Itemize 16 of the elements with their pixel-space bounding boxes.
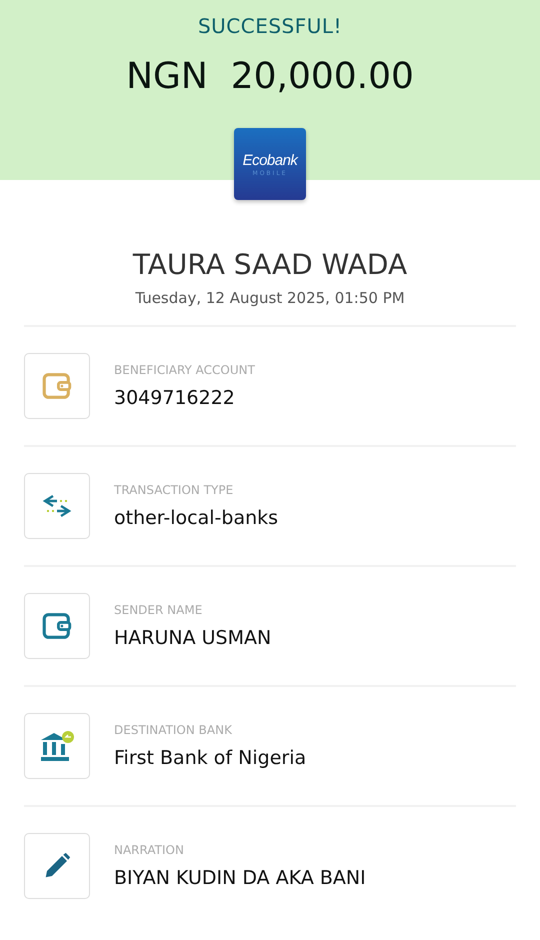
detail-value: HARUNA USMAN (114, 627, 272, 649)
detail-label: SENDER NAME (114, 603, 204, 617)
status-title: SUCCESSFUL! (198, 14, 342, 38)
detail-label: TRANSACTION TYPE (114, 483, 234, 497)
detail-value: other-local-banks (114, 507, 278, 529)
detail-value: BIYAN KUDIN DA AKA BANI (114, 867, 366, 889)
detail-label: NARRATION (114, 843, 185, 857)
detail-value: First Bank of Nigeria (114, 747, 306, 769)
transaction-date: Tuesday, 12 August 2025, 01:50 PM (134, 289, 406, 307)
recipient-name: TAURA SAAD WADA (132, 248, 408, 281)
transfer-arrows-icon (41, 492, 73, 520)
detail-value: 3049716222 (114, 387, 236, 409)
detail-label: BENEFICIARY ACCOUNT (114, 363, 255, 377)
detail-label: DESTINATION BANK (114, 723, 233, 737)
bank-icon (38, 728, 76, 764)
amount: NGN 20,000.00 (126, 56, 414, 97)
